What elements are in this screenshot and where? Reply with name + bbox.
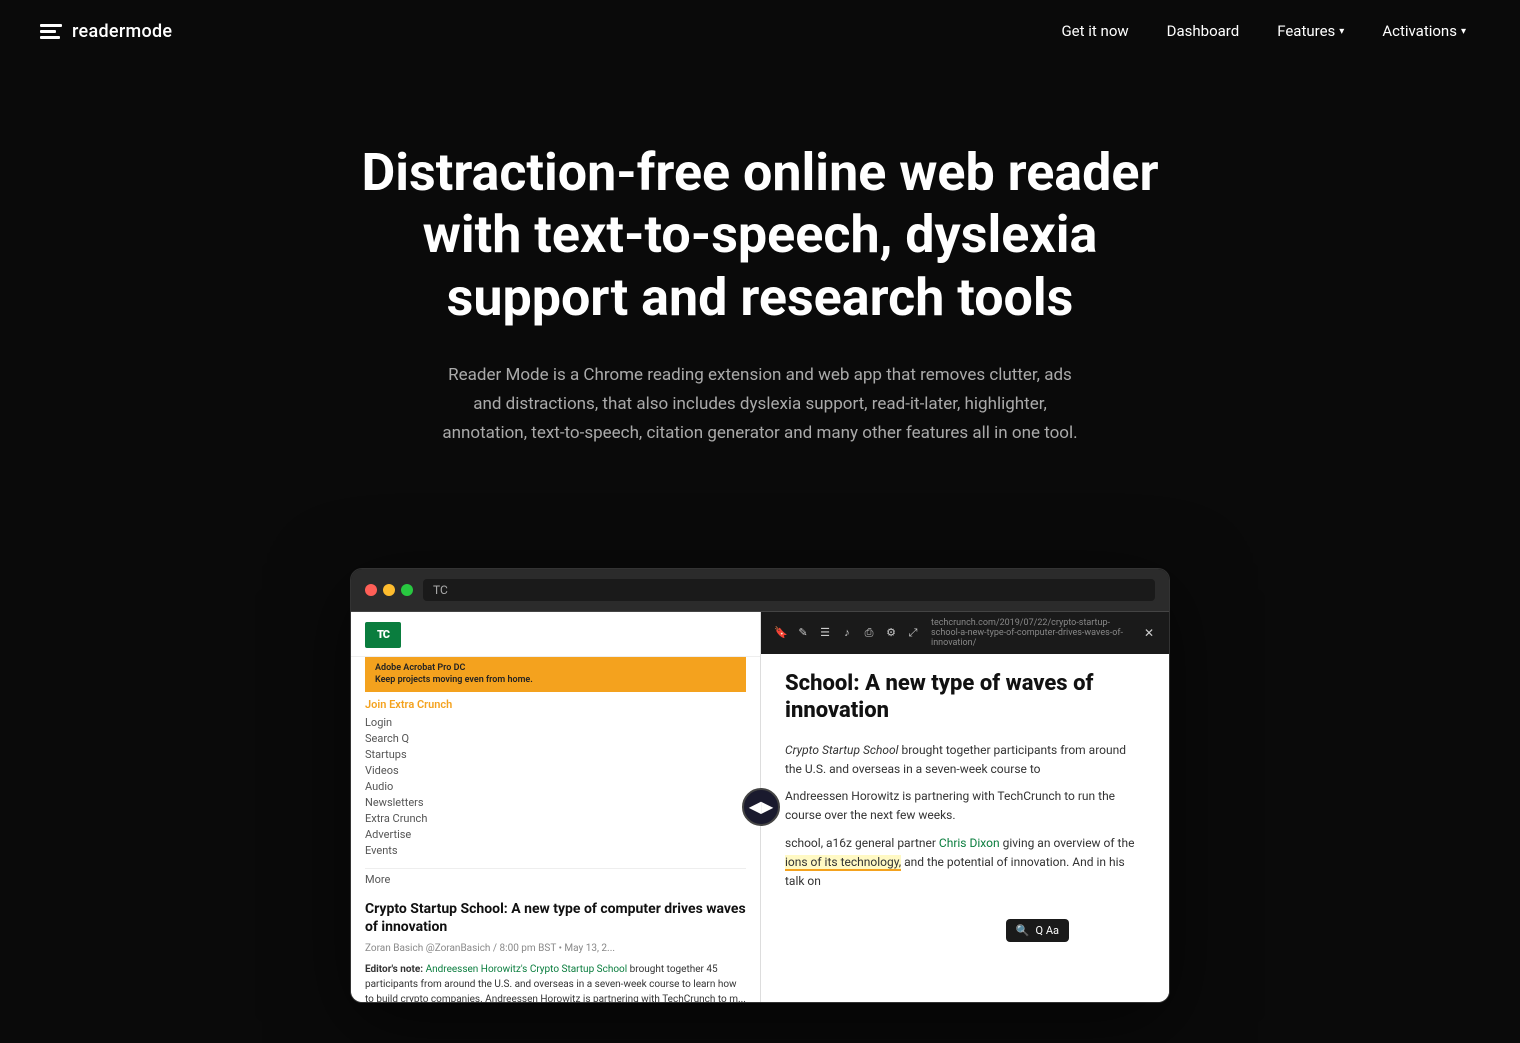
- browser-content: TC Adobe Acrobat Pro DC Keep projects mo…: [351, 612, 1169, 1002]
- highlight-icon[interactable]: ✎: [793, 623, 813, 643]
- navbar: readermode Get it now Dashboard Features…: [0, 0, 1520, 62]
- print-icon[interactable]: ⎙: [859, 623, 879, 643]
- reader-toolbar: 🔖 ✎ ☰ ♪ ⎙ ⚙ ⤢ techcrunch.com/2019/07/22/…: [761, 612, 1169, 654]
- nav-get-it-now[interactable]: Get it now: [1047, 14, 1142, 48]
- editor-link[interactable]: Andreessen Horowitz's Crypto Startup Sch…: [426, 964, 628, 975]
- hero-subtitle: Reader Mode is a Chrome reading extensio…: [440, 361, 1080, 448]
- ad-banner: Adobe Acrobat Pro DC Keep projects movin…: [365, 657, 746, 692]
- chris-dixon-link[interactable]: Chris Dixon: [939, 836, 1000, 850]
- nav-features[interactable]: Features ▾: [1263, 14, 1358, 48]
- highlighted-text: ions of its technology,: [785, 855, 901, 871]
- logo-icon: [40, 24, 62, 39]
- videos-link[interactable]: Videos: [365, 763, 746, 778]
- browser-mockup: TC TC Adobe Acrobat Pro DC Keep projects…: [350, 568, 1170, 1003]
- expand-icon[interactable]: ⤢: [903, 623, 923, 643]
- features-chevron-icon: ▾: [1339, 26, 1344, 37]
- activations-chevron-icon: ▾: [1461, 26, 1466, 37]
- newsletters-link[interactable]: Newsletters: [365, 795, 746, 810]
- window-controls: [365, 584, 413, 596]
- settings-icon[interactable]: ⚙: [881, 623, 901, 643]
- bookmark-icon[interactable]: 🔖: [771, 623, 791, 643]
- audio-link[interactable]: Audio: [365, 779, 746, 794]
- toolbar-icons-left: 🔖 ✎ ☰ ♪ ⎙ ⚙ ⤢: [771, 623, 923, 643]
- nav-divider: [365, 868, 746, 869]
- reader-content: School: A new type of waves of innovatio…: [761, 654, 1169, 1002]
- address-bar[interactable]: TC: [423, 579, 1155, 601]
- left-nav-links: Login Search Q Startups Videos Audio New…: [351, 715, 760, 864]
- list-icon[interactable]: ☰: [815, 623, 835, 643]
- reader-article-body: Crypto Startup School brought together p…: [785, 741, 1145, 891]
- search-link[interactable]: Search Q: [365, 731, 746, 746]
- left-article-body: Editor's note: Andreessen Horowitz's Cry…: [365, 962, 746, 1002]
- nav-dashboard[interactable]: Dashboard: [1153, 14, 1254, 48]
- annotation-tooltip: 🔍 Q Aa: [1006, 919, 1069, 942]
- maximize-dot: [401, 584, 413, 596]
- left-article-title: Crypto Startup School: A new type of com…: [365, 900, 746, 936]
- site-header: TC: [351, 612, 760, 657]
- hero-title: Distraction-free online web reader with …: [350, 142, 1170, 329]
- left-article-content: Crypto Startup School: A new type of com…: [351, 892, 760, 1002]
- annotation-tooltip-text: Q Aa: [1036, 924, 1059, 937]
- search-mini-icon: 🔍: [1016, 924, 1030, 937]
- logo-link[interactable]: readermode: [40, 21, 172, 42]
- login-link[interactable]: Login: [365, 715, 746, 730]
- reader-body-intro: Crypto Startup School: [785, 743, 898, 757]
- left-article-byline: Zoran Basich @ZoranBasich / 8:00 pm BST …: [365, 943, 746, 954]
- more-link[interactable]: More: [351, 873, 760, 892]
- minimize-dot: [383, 584, 395, 596]
- panel-toggle-button[interactable]: ◀▶: [742, 788, 780, 826]
- ad-line2: Keep projects moving even from home.: [375, 675, 736, 687]
- toggle-arrow-icon: ◀▶: [749, 797, 774, 816]
- events-link[interactable]: Events: [365, 843, 746, 858]
- extra-crunch-link[interactable]: Extra Crunch: [365, 811, 746, 826]
- browser-container: TC TC Adobe Acrobat Pro DC Keep projects…: [0, 568, 1520, 1043]
- logo-text: readermode: [72, 21, 172, 42]
- original-website-panel: TC Adobe Acrobat Pro DC Keep projects mo…: [351, 612, 761, 1002]
- close-dot: [365, 584, 377, 596]
- ad-line1: Adobe Acrobat Pro DC: [375, 663, 736, 675]
- nav-activations[interactable]: Activations ▾: [1368, 14, 1480, 48]
- join-label[interactable]: Join Extra Crunch: [351, 698, 760, 711]
- reader-close-icon[interactable]: ✕: [1139, 623, 1159, 643]
- nav-links: Get it now Dashboard Features ▾ Activati…: [1047, 14, 1480, 48]
- browser-chrome: TC: [351, 569, 1169, 612]
- reader-mode-panel: 🔖 ✎ ☰ ♪ ⎙ ⚙ ⤢ techcrunch.com/2019/07/22/…: [761, 612, 1169, 1002]
- reader-url-bar: techcrunch.com/2019/07/22/crypto-startup…: [923, 618, 1139, 648]
- audio-icon[interactable]: ♪: [837, 623, 857, 643]
- startups-link[interactable]: Startups: [365, 747, 746, 762]
- tc-logo: TC: [365, 622, 401, 648]
- advertise-link[interactable]: Advertise: [365, 827, 746, 842]
- reader-article-title: School: A new type of waves of innovatio…: [785, 670, 1145, 725]
- hero-section: Distraction-free online web reader with …: [310, 62, 1210, 568]
